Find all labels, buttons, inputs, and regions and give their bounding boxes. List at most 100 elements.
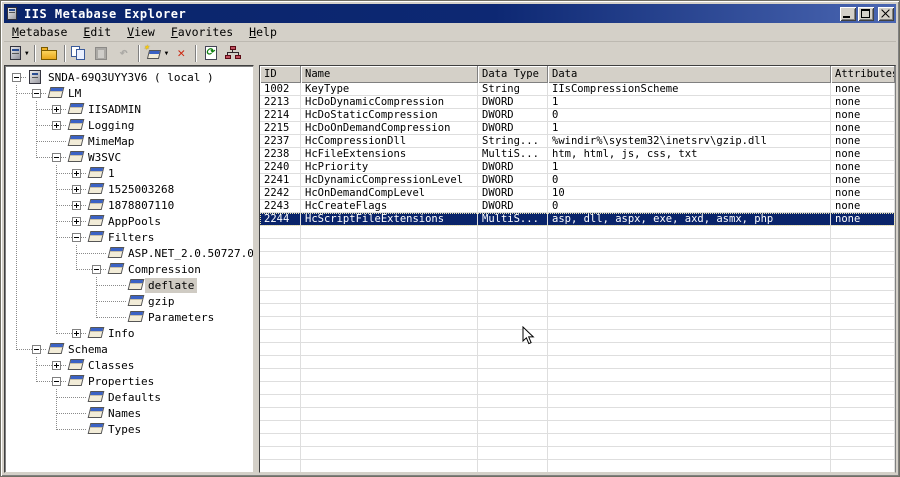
tree-item-1[interactable]: 1: [7, 165, 253, 181]
table-empty-row[interactable]: [260, 265, 895, 278]
table-empty-row[interactable]: [260, 382, 895, 395]
table-empty-row[interactable]: [260, 408, 895, 421]
tree-item-gzip[interactable]: gzip: [7, 293, 253, 309]
table-empty-row[interactable]: [260, 330, 895, 343]
tree-item-parameters[interactable]: Parameters: [7, 309, 253, 325]
tree-item-label[interactable]: Schema: [65, 342, 111, 357]
menu-edit[interactable]: Edit: [75, 24, 119, 41]
tree-item-label[interactable]: 1878807110: [105, 198, 177, 213]
expand-plus-icon[interactable]: [52, 121, 61, 130]
collapse-minus-icon[interactable]: [32, 89, 41, 98]
column-header-id[interactable]: ID: [260, 66, 301, 83]
tree-item-apppools[interactable]: AppPools: [7, 213, 253, 229]
collapse-minus-icon[interactable]: [72, 233, 81, 242]
expand-plus-icon[interactable]: [72, 169, 81, 178]
dropdown-arrow-icon[interactable]: ▼: [165, 50, 169, 57]
table-row-2240[interactable]: 2240 HcPriority DWORD 1 none: [260, 161, 895, 174]
toolbar-new-key-button[interactable]: ✶ ▼: [143, 43, 171, 64]
collapse-minus-icon[interactable]: [32, 345, 41, 354]
tree-item-asp-net-2-0-50727-0[interactable]: ASP.NET_2.0.50727.0: [7, 245, 253, 261]
table-row-2242[interactable]: 2242 HcOnDemandCompLevel DWORD 10 none: [260, 187, 895, 200]
table-row-2214[interactable]: 2214 HcDoStaticCompression DWORD 0 none: [260, 109, 895, 122]
tree-item-label[interactable]: ASP.NET_2.0.50727.0: [125, 246, 253, 261]
toolbar-delete-button[interactable]: ✕: [170, 43, 192, 64]
table-row-2215[interactable]: 2215 HcDoOnDemandCompression DWORD 1 none: [260, 122, 895, 135]
close-button[interactable]: [878, 6, 894, 21]
tree-item-1525003268[interactable]: 1525003268: [7, 181, 253, 197]
collapse-minus-icon[interactable]: [12, 73, 21, 82]
table-row-2238[interactable]: 2238 HcFileExtensions MultiS... htm, html, …: [260, 148, 895, 161]
tree-item-label[interactable]: deflate: [145, 277, 198, 293]
tree-item-w3svc[interactable]: W3SVC: [7, 149, 253, 165]
tree-item-label[interactable]: Compression: [125, 262, 204, 277]
table-row-2237[interactable]: 2237 HcCompressionDll String... %windir%\sy…: [260, 135, 895, 148]
expand-plus-icon[interactable]: [72, 217, 81, 226]
tree-item-label[interactable]: MimeMap: [85, 134, 137, 149]
toolbar-open-button[interactable]: [39, 43, 61, 64]
table-empty-row[interactable]: [260, 447, 895, 460]
tree-item-label[interactable]: Info: [105, 326, 138, 341]
tree-item-logging[interactable]: Logging: [7, 117, 253, 133]
tree-item-label[interactable]: Parameters: [145, 310, 217, 325]
table-empty-row[interactable]: [260, 252, 895, 265]
tree-item-label[interactable]: SNDA-69Q3UYY3V6 ( local ): [45, 70, 217, 85]
tree-item-types[interactable]: Types: [7, 421, 253, 437]
expand-plus-icon[interactable]: [52, 105, 61, 114]
tree-item-label[interactable]: LM: [65, 86, 84, 101]
tree-item-names[interactable]: Names: [7, 405, 253, 421]
table-empty-row[interactable]: [260, 278, 895, 291]
tree-item-label[interactable]: gzip: [145, 294, 178, 309]
column-header-data-type[interactable]: Data Type: [478, 66, 548, 83]
menu-view[interactable]: View: [119, 24, 163, 41]
table-empty-row[interactable]: [260, 460, 895, 472]
toolbar-security-button[interactable]: [222, 43, 244, 64]
column-header-name[interactable]: Name: [301, 66, 478, 83]
menu-metabase[interactable]: Metabase: [4, 24, 75, 41]
table-empty-row[interactable]: [260, 226, 895, 239]
table-row-2243[interactable]: 2243 HcCreateFlags DWORD 0 none: [260, 200, 895, 213]
tree-item-filters[interactable]: Filters: [7, 229, 253, 245]
tree-item-label[interactable]: Types: [105, 422, 144, 437]
table-empty-row[interactable]: [260, 356, 895, 369]
tree-item-label[interactable]: Classes: [85, 358, 137, 373]
expand-plus-icon[interactable]: [72, 329, 81, 338]
collapse-minus-icon[interactable]: [52, 153, 61, 162]
tree-item-label[interactable]: W3SVC: [85, 150, 124, 165]
tree-item-label[interactable]: IISADMIN: [85, 102, 144, 117]
tree-item-iisadmin[interactable]: IISADMIN: [7, 101, 253, 117]
tree-item-info[interactable]: Info: [7, 325, 253, 341]
dropdown-arrow-icon[interactable]: ▼: [25, 50, 29, 57]
tree-item-label[interactable]: Logging: [85, 118, 137, 133]
tree-item-label[interactable]: AppPools: [105, 214, 164, 229]
expand-plus-icon[interactable]: [52, 361, 61, 370]
tree-item-snda-69q3uyy3v6-local[interactable]: SNDA-69Q3UYY3V6 ( local ): [7, 69, 253, 85]
toolbar-connect-button[interactable]: ▼: [7, 43, 31, 64]
table-empty-row[interactable]: [260, 291, 895, 304]
table-empty-row[interactable]: [260, 343, 895, 356]
table-empty-row[interactable]: [260, 395, 895, 408]
toolbar-copy-button[interactable]: [69, 43, 91, 64]
menu-favorites[interactable]: Favorites: [163, 24, 241, 41]
table-row-2241[interactable]: 2241 HcDynamicCompressionLevel DWORD 0 none: [260, 174, 895, 187]
tree-item-schema[interactable]: Schema: [7, 341, 253, 357]
minimize-button[interactable]: [840, 6, 856, 21]
tree-item-lm[interactable]: LM: [7, 85, 253, 101]
tree-item-classes[interactable]: Classes: [7, 357, 253, 373]
tree-item-label[interactable]: Defaults: [105, 390, 164, 405]
tree-item-deflate[interactable]: deflate: [7, 277, 253, 293]
table-empty-row[interactable]: [260, 304, 895, 317]
column-header-data[interactable]: Data: [548, 66, 831, 83]
toolbar-refresh-button[interactable]: ⟳: [200, 43, 222, 64]
expand-plus-icon[interactable]: [72, 201, 81, 210]
table-row-2244[interactable]: 2244 HcScriptFileExtensions MultiS... asp, …: [260, 213, 895, 226]
tree-item-defaults[interactable]: Defaults: [7, 389, 253, 405]
tree-item-mimemap[interactable]: MimeMap: [7, 133, 253, 149]
tree-item-label[interactable]: Filters: [105, 230, 157, 245]
collapse-minus-icon[interactable]: [52, 377, 61, 386]
tree-item-1878807110[interactable]: 1878807110: [7, 197, 253, 213]
column-header-attributes[interactable]: Attributes: [831, 66, 895, 83]
table-row-2213[interactable]: 2213 HcDoDynamicCompression DWORD 1 none: [260, 96, 895, 109]
tree-item-label[interactable]: 1: [105, 166, 118, 181]
table-empty-row[interactable]: [260, 317, 895, 330]
maximize-button[interactable]: [858, 6, 874, 21]
